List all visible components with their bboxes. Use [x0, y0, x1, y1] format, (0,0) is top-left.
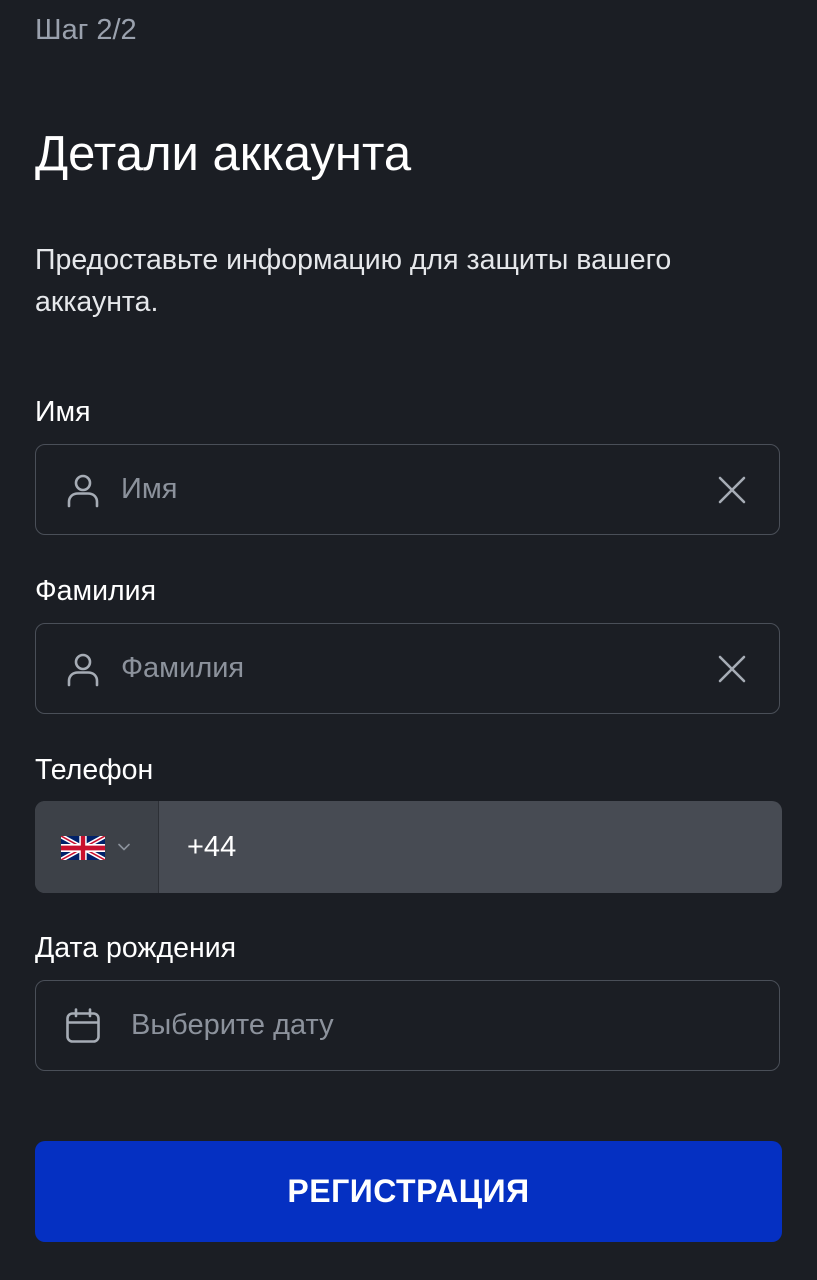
- close-icon[interactable]: [717, 654, 747, 684]
- chevron-down-icon: [118, 843, 130, 851]
- birth-date-label: Дата рождения: [35, 932, 237, 964]
- page-title: Детали аккаунта: [35, 127, 412, 181]
- country-code-select[interactable]: [35, 801, 159, 893]
- page-subtitle: Предоставьте информацию для защиты вашег…: [35, 244, 672, 318]
- user-icon: [67, 653, 99, 687]
- first-name-field: [35, 444, 780, 535]
- first-name-label: Имя: [35, 396, 91, 428]
- first-name-input[interactable]: [121, 445, 681, 533]
- birth-date-field[interactable]: [35, 980, 780, 1071]
- close-icon[interactable]: [717, 475, 747, 505]
- last-name-field: [35, 623, 780, 714]
- user-icon: [67, 474, 99, 508]
- phone-input[interactable]: [187, 801, 747, 893]
- last-name-label: Фамилия: [35, 575, 157, 607]
- last-name-input[interactable]: [121, 624, 681, 712]
- birth-date-input[interactable]: [131, 981, 691, 1069]
- register-button[interactable]: РЕГИСТРАЦИЯ: [35, 1141, 782, 1242]
- calendar-icon: [66, 1008, 100, 1043]
- step-indicator: Шаг 2/2: [35, 14, 137, 46]
- phone-label: Телефон: [35, 754, 154, 786]
- phone-field: [35, 801, 782, 893]
- uk-flag-icon: [61, 836, 105, 860]
